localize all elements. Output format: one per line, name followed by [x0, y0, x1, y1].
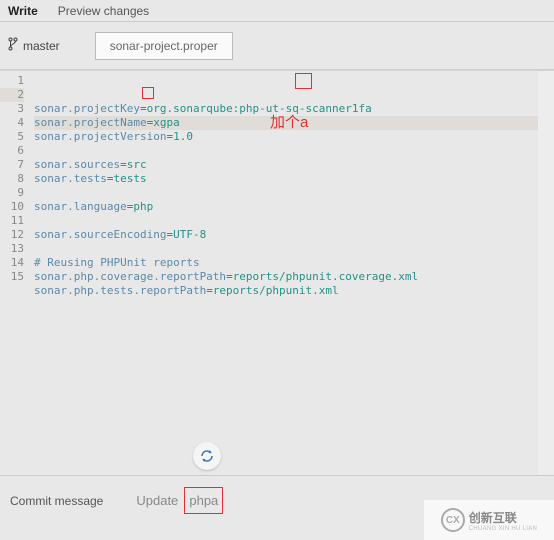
refresh-icon[interactable] [193, 442, 221, 470]
tab-write[interactable]: Write [8, 2, 38, 20]
line-number: 11 [0, 214, 24, 228]
annotation-box-1 [295, 73, 312, 89]
code-line[interactable] [34, 144, 550, 158]
filename-input[interactable]: sonar-project.proper [95, 32, 233, 60]
annotation-box-2 [142, 87, 154, 99]
line-number: 9 [0, 186, 24, 200]
code-line[interactable]: sonar.php.tests.reportPath=reports/phpun… [34, 284, 550, 298]
code-area[interactable]: sonar.projectKey=org.sonarqube:php-ut-sq… [30, 71, 554, 475]
code-editor[interactable]: 123456789101112131415 sonar.projectKey=o… [0, 70, 554, 475]
tab-preview-changes[interactable]: Preview changes [58, 2, 149, 20]
code-line[interactable]: sonar.language=php [34, 200, 550, 214]
commit-message-label: Commit message [10, 494, 103, 508]
code-line[interactable] [34, 186, 550, 200]
code-line[interactable] [34, 298, 550, 312]
branch-name: master [23, 39, 60, 53]
branch-file-row: master sonar-project.proper [0, 22, 554, 70]
line-number: 6 [0, 144, 24, 158]
line-number: 3 [0, 102, 24, 116]
watermark: CX 创新互联 CHUANG XIN HU LIAN [424, 500, 554, 540]
vertical-scrollbar[interactable] [538, 71, 554, 475]
code-line[interactable] [34, 242, 550, 256]
line-number: 12 [0, 228, 24, 242]
line-number: 15 [0, 270, 24, 284]
line-number: 8 [0, 172, 24, 186]
line-number: 5 [0, 130, 24, 144]
code-line[interactable]: # Reusing PHPUnit reports [34, 256, 550, 270]
annotation-text: 加个a [270, 116, 308, 130]
line-number: 2 [0, 88, 24, 102]
code-line[interactable]: sonar.tests=tests [34, 172, 550, 186]
line-number: 10 [0, 200, 24, 214]
commit-message-input[interactable]: phpa [133, 486, 224, 515]
watermark-brand: 创新互联 [469, 509, 537, 526]
branch-selector[interactable]: master [8, 37, 60, 54]
code-line[interactable] [34, 214, 550, 228]
git-branch-icon [8, 37, 18, 54]
commit-highlight-box: phpa [184, 487, 223, 514]
line-number-gutter: 123456789101112131415 [0, 71, 30, 475]
watermark-logo-icon: CX [441, 508, 465, 532]
commit-prefix-text[interactable] [134, 491, 184, 510]
code-line[interactable]: sonar.sources=src [34, 158, 550, 172]
watermark-sub: CHUANG XIN HU LIAN [469, 526, 537, 532]
line-number: 1 [0, 74, 24, 88]
code-line[interactable]: sonar.php.coverage.reportPath=reports/ph… [34, 270, 550, 284]
line-number: 7 [0, 158, 24, 172]
editor-top-tabs: Write Preview changes [0, 0, 554, 22]
code-line[interactable]: sonar.sourceEncoding=UTF-8 [34, 228, 550, 242]
line-number: 13 [0, 242, 24, 256]
code-line[interactable]: sonar.projectVersion=1.0 [34, 130, 550, 144]
line-number: 14 [0, 256, 24, 270]
line-number: 4 [0, 116, 24, 130]
